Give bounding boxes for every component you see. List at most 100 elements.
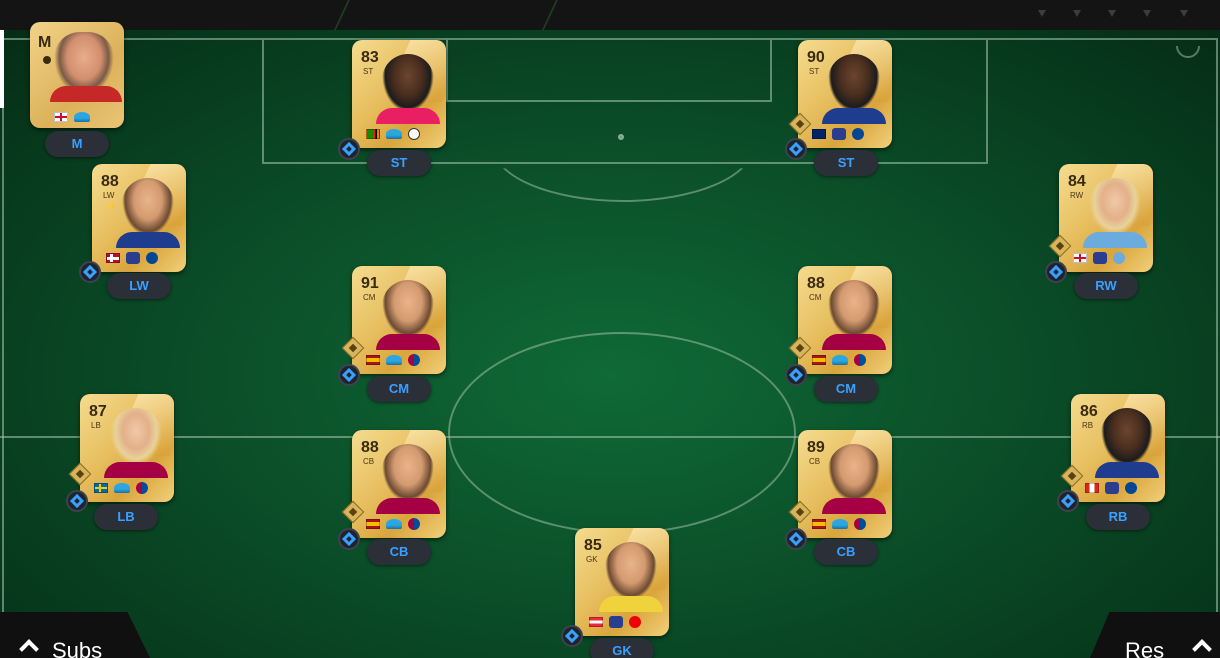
player-rating: 83 [361,49,379,66]
chemistry-icon[interactable] [338,364,360,386]
wsl-icon [832,128,846,140]
res-label: Res [1125,638,1165,658]
player-shirt [599,596,663,612]
position-pill-cm-left[interactable]: CM [367,376,431,402]
manager-position-pill[interactable]: M [45,131,109,157]
chemistry-icon[interactable] [1057,490,1079,512]
player-photo [382,280,434,338]
subs-tab[interactable]: Subs [0,612,150,658]
chemistry-icon[interactable] [338,528,360,550]
manager-card[interactable]: M [30,22,124,128]
player-rating: 86 [1080,403,1098,420]
position-pill-lw[interactable]: LW [107,273,171,299]
wsl-icon [1093,252,1107,264]
liga-f-icon [386,519,402,529]
player-rating: 90 [807,49,825,66]
player-shirt [822,334,886,350]
position-pill-st-left[interactable]: ST [367,150,431,176]
player-position: LW [103,191,115,200]
goal-box [446,40,772,102]
player-photo [828,54,880,112]
chemistry-icon[interactable] [561,625,583,647]
zambia-flag-icon [366,129,380,139]
chevron-down-icon [1038,10,1046,17]
position-pill-gk[interactable]: GK [590,638,654,658]
chevron-up-icon [1192,639,1212,658]
player-card-rw[interactable]: 84 RW [1059,164,1153,272]
australia-flag-icon [812,129,826,139]
player-card-rb[interactable]: 86 RB [1071,394,1165,502]
decor-slash [332,0,350,34]
player-card-lw[interactable]: 88 LW ⚡ [92,164,186,272]
player-position: RB [1082,421,1094,430]
player-card-cm-left[interactable]: 91 CM [352,266,446,374]
wsl-icon [1105,482,1119,494]
chelsea-badge-icon [146,252,158,264]
chevron-up-icon [19,639,39,658]
chemistry-icon[interactable] [785,364,807,386]
player-photo [605,542,657,600]
position-label: CM [835,381,857,396]
subs-label: Subs [52,638,103,658]
player-position: CB [363,457,375,466]
norway-flag-icon [106,253,120,263]
player-card-cb-left[interactable]: 88 CB [352,430,446,538]
player-position: CB [809,457,821,466]
edge-marker [0,30,4,108]
arsenal-badge-icon [629,616,641,628]
player-card-st-left[interactable]: 83 ST [352,40,446,148]
player-shirt [1095,462,1159,478]
position-label: LW [129,278,149,293]
player-card-lb[interactable]: 87 LB [80,394,174,502]
position-pill-lb[interactable]: LB [94,504,158,530]
position-pill-cm-right[interactable]: CM [814,376,878,402]
center-circle [448,332,796,534]
chemistry-icon[interactable] [338,138,360,160]
player-rating: 88 [807,275,825,292]
player-card-cm-right[interactable]: 88 CM [798,266,892,374]
liga-f-icon [386,355,402,365]
player-shirt [1083,232,1147,248]
player-card-cb-right[interactable]: 89 CB [798,430,892,538]
position-pill-cb-right[interactable]: CB [814,539,878,565]
player-photo [382,54,434,112]
position-pill-cb-left[interactable]: CB [367,539,431,565]
player-position: ST [809,67,820,76]
barcelona-badge-icon [136,482,148,494]
chevron-down-icon [1143,10,1151,17]
position-label: LB [117,509,135,524]
canada-flag-icon [1085,483,1099,493]
player-position: RW [1070,191,1084,200]
player-rating: 88 [361,439,379,456]
spain-flag-icon [366,519,380,529]
spain-flag-icon [812,355,826,365]
position-label: CM [388,381,410,396]
player-position: CM [809,293,822,302]
player-photo [828,280,880,338]
position-label: ST [837,155,855,170]
chemistry-icon[interactable] [66,490,88,512]
player-card-st-right[interactable]: 90 ST [798,40,892,148]
player-rating: 91 [361,275,379,292]
england-flag-icon [54,112,68,122]
england-flag-icon [1073,253,1087,263]
chemistry-icon[interactable] [79,261,101,283]
chevron-down-icon [1180,10,1188,17]
penalty-spot [618,134,624,140]
position-pill-st-right[interactable]: ST [814,150,878,176]
player-photo [122,178,174,236]
position-pill-rw[interactable]: RW [1074,273,1138,299]
position-pill-rb[interactable]: RB [1086,504,1150,530]
chemistry-icon[interactable] [785,138,807,160]
player-photo [110,408,162,466]
player-card-gk[interactable]: 85 GK [575,528,669,636]
reserves-tab[interactable]: Res [1090,612,1220,658]
chemistry-icon[interactable] [785,528,807,550]
player-rating: 85 [584,537,602,554]
chemistry-icon[interactable] [1045,261,1067,283]
player-shirt [104,462,168,478]
player-shirt [376,108,440,124]
manager-badge: M [38,34,52,51]
player-photo [1101,408,1153,466]
liga-f-icon [114,483,130,493]
